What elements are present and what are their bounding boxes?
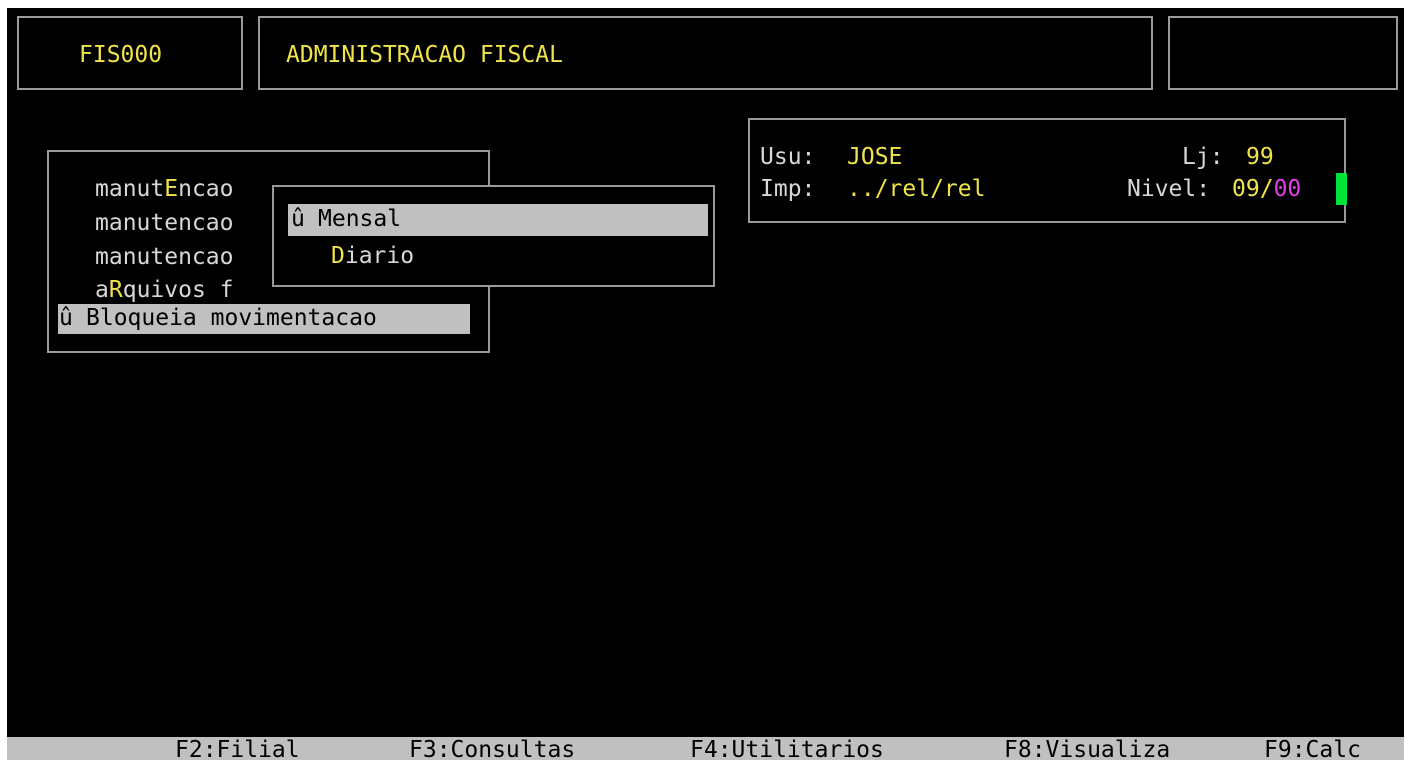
submenu: û Mensal Diario [272, 185, 715, 287]
menu-item-label: Bloqueia movimentacao [86, 305, 377, 331]
fkey-calc[interactable]: F9:Calc [1264, 739, 1361, 760]
menu-item-label: manutencao [95, 244, 234, 270]
selection-marker: û [59, 305, 73, 331]
menu-item-prefix: manut [95, 176, 165, 202]
printer-value: ../rel/rel [847, 176, 986, 202]
text-cursor [1336, 173, 1347, 205]
level-value-a: 09 [1232, 176, 1260, 202]
menu-item-manutencao-3[interactable]: manutencao [95, 246, 233, 269]
menu-item-manutencao-e[interactable]: manutEncao [95, 178, 234, 201]
menu-item-manutencao-2[interactable]: manutencao [95, 212, 233, 235]
menu-item-label: manutencao [95, 210, 234, 236]
fkey-filial[interactable]: F2:Filial [175, 739, 300, 760]
fkey-visualiza[interactable]: F8:Visualiza [1004, 739, 1170, 760]
function-key-bar: F2:Filial F3:Consultas F4:Utilitarios F8… [7, 737, 1404, 760]
menu-item-hotkey: R [108, 277, 123, 303]
terminal-screen: FIS000 ADMINISTRACAO FISCAL manutEncao m… [7, 8, 1404, 760]
store-value: 99 [1246, 144, 1274, 170]
menu-item-suffix: quivos f [122, 277, 234, 303]
printer-label: Imp: [760, 176, 816, 202]
store-label: Lj: [1182, 144, 1224, 170]
menu-item-suffix: ncao [178, 176, 234, 202]
user-label: Usu: [760, 144, 816, 170]
menu-item-hotkey: E [164, 176, 179, 202]
program-code-box: FIS000 [17, 16, 243, 90]
user-info-box: Usu: JOSE Lj: 99 Imp: ../rel/rel Nivel: … [748, 118, 1347, 223]
level-value-b: 00 [1273, 176, 1302, 202]
level-separator: / [1259, 176, 1274, 202]
user-value: JOSE [847, 144, 903, 170]
submenu-item-diario[interactable]: Diario [331, 245, 414, 268]
title-box: ADMINISTRACAO FISCAL [258, 16, 1153, 90]
fkey-consultas[interactable]: F3:Consultas [409, 739, 575, 760]
submenu-item-suffix: iario [344, 243, 415, 269]
level-value: 09/00 [1232, 178, 1301, 201]
page-title: ADMINISTRACAO FISCAL [286, 42, 563, 68]
submenu-item-mensal[interactable]: û Mensal [288, 204, 708, 236]
program-code: FIS000 [79, 42, 163, 68]
fkey-utilitarios[interactable]: F4:Utilitarios [690, 739, 884, 760]
menu-item-prefix: a [95, 277, 109, 303]
menu-item-arquivos[interactable]: aRquivos f [95, 279, 234, 302]
status-box [1168, 16, 1398, 90]
submenu-item-hotkey: D [331, 243, 345, 269]
submenu-item-label: Mensal [318, 206, 402, 232]
menu-item-bloqueia-movimentacao[interactable]: û Bloqueia movimentacao [58, 304, 470, 334]
selection-marker: û [291, 206, 305, 232]
level-label: Nivel: [1127, 176, 1211, 202]
